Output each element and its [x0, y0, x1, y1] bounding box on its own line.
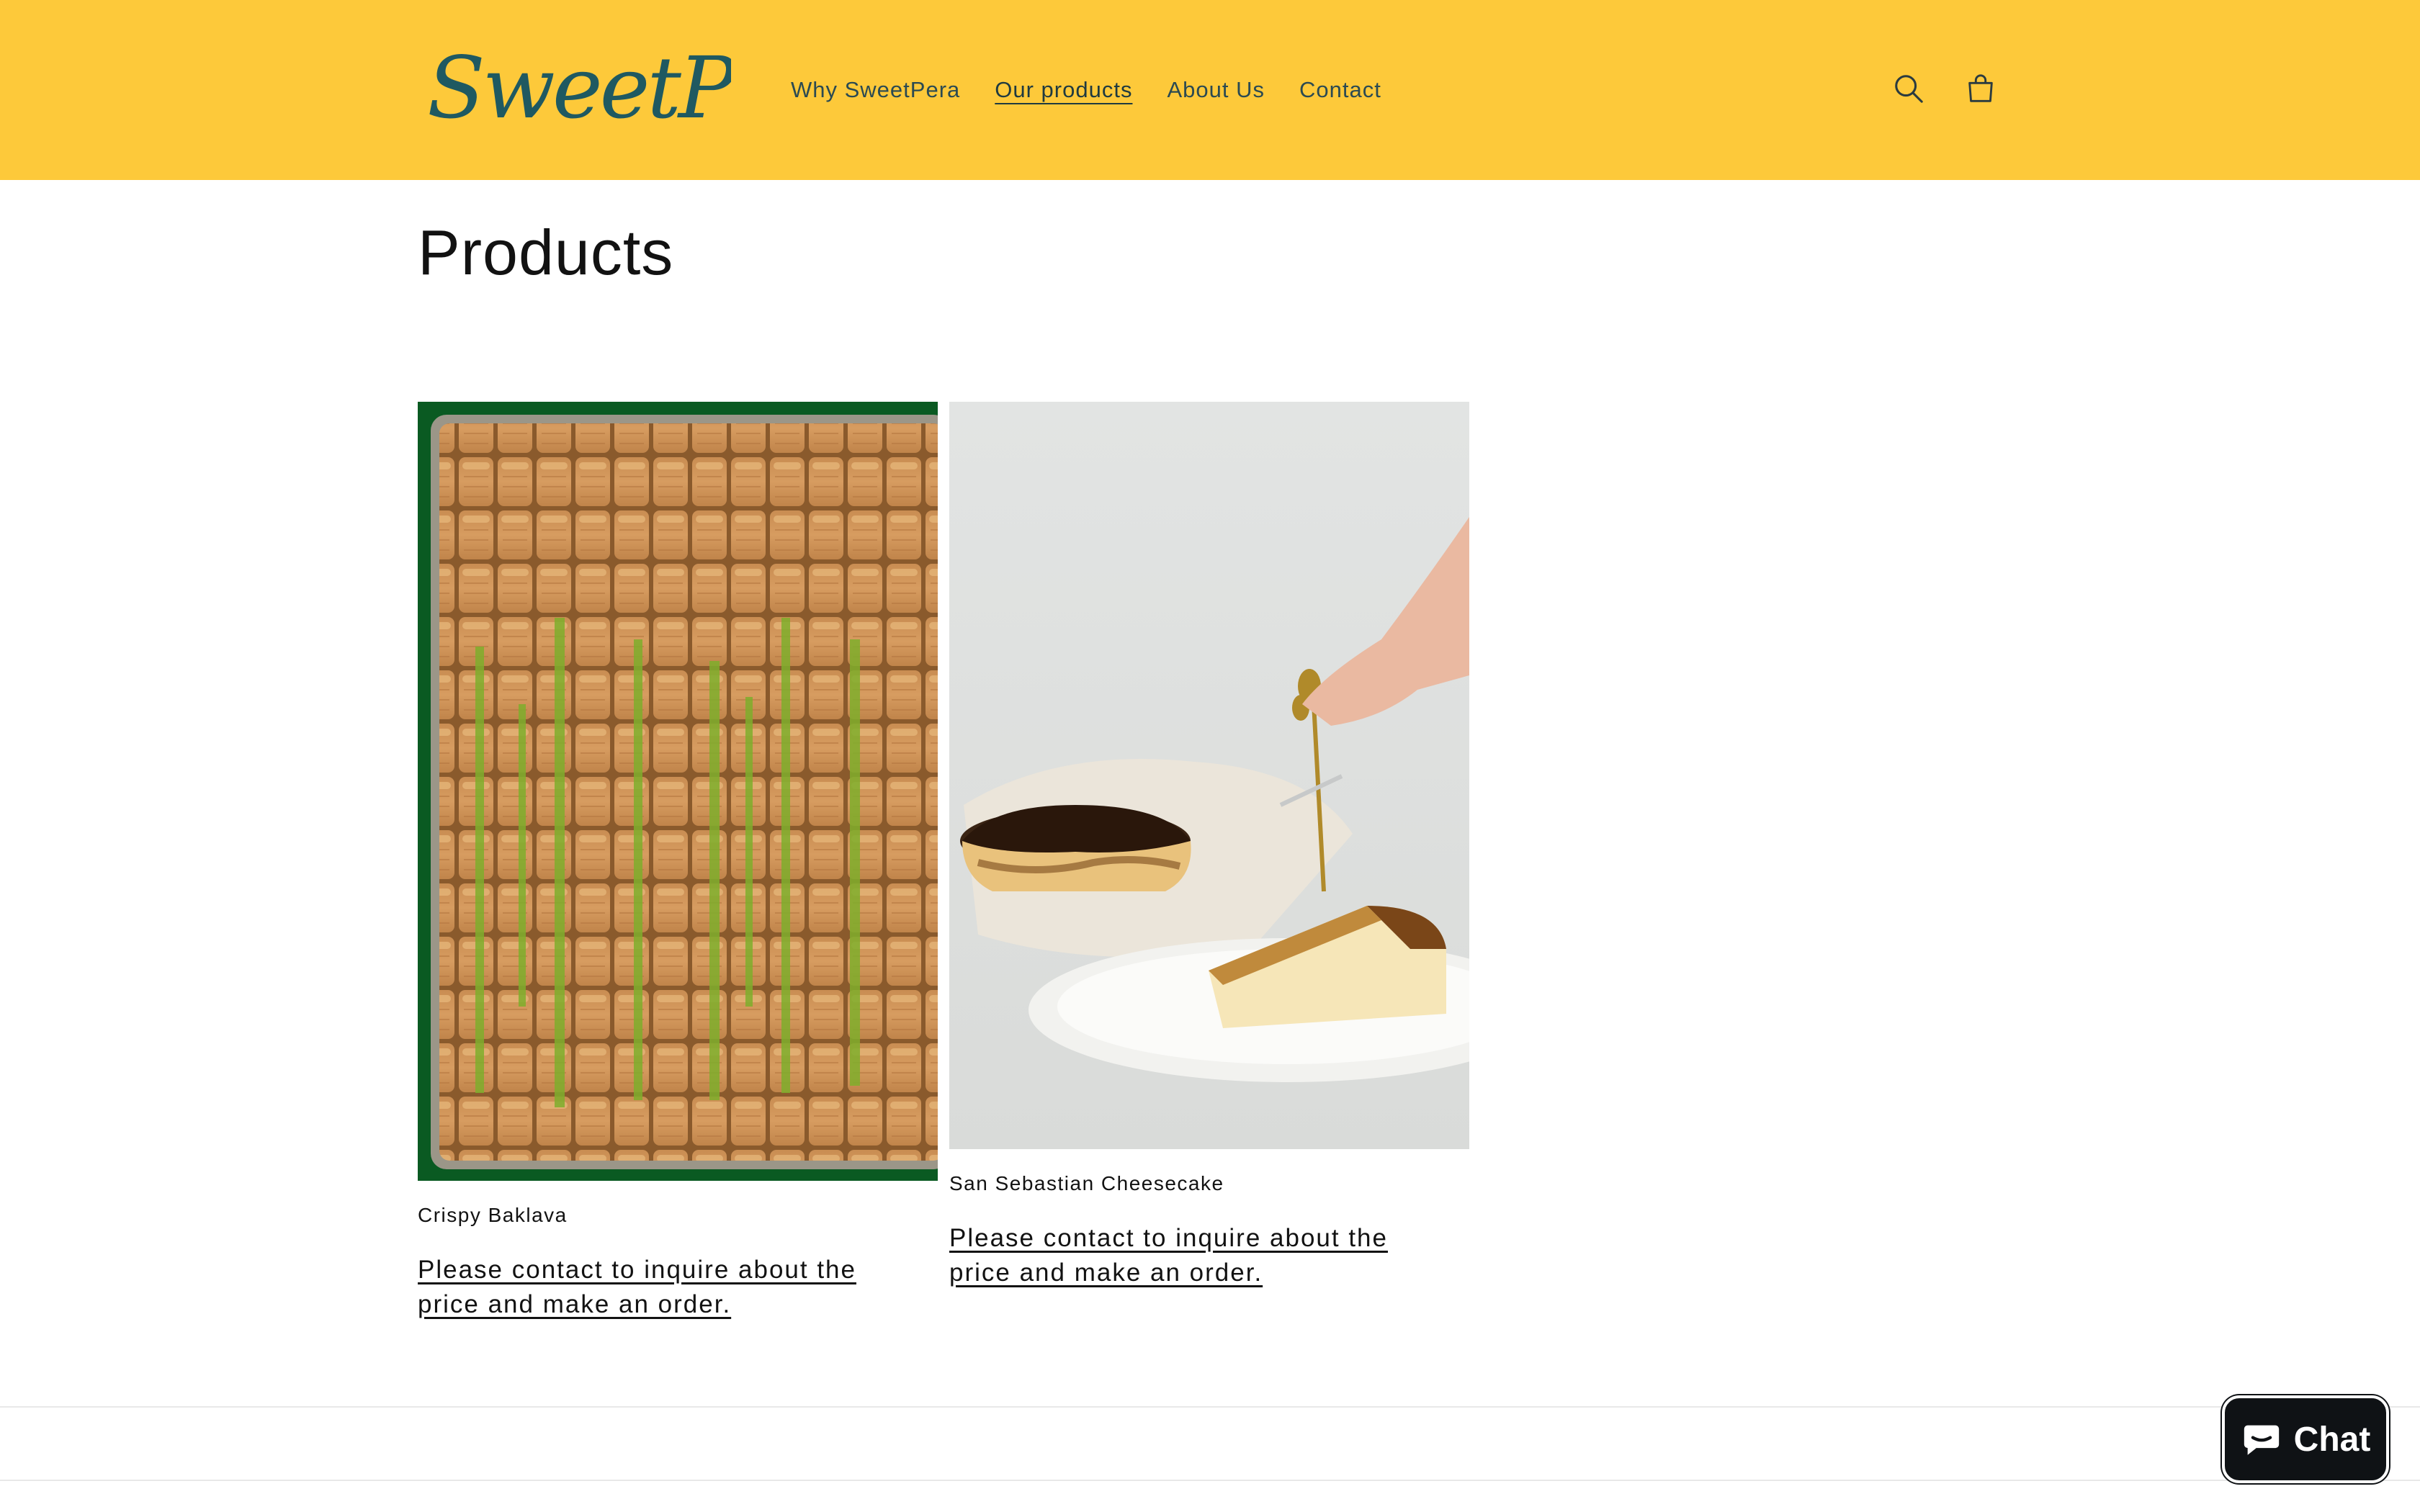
baklava-image: [418, 402, 938, 1181]
inquire-price-link[interactable]: Please contact to inquire about the pric…: [418, 1253, 922, 1322]
nav-why-sweetpera[interactable]: Why SweetPera: [791, 77, 960, 103]
main-nav: Why SweetPera Our products About Us Cont…: [791, 0, 1416, 180]
page-title: Products: [418, 217, 674, 288]
svg-text:SweetPera: SweetPera: [427, 38, 731, 138]
product-title: San Sebastian Cheesecake: [949, 1172, 1224, 1194]
cheesecake-image: [949, 402, 1469, 1149]
product-image-link[interactable]: [418, 402, 938, 1181]
chat-label: Chat: [2293, 1420, 2371, 1459]
site-logo[interactable]: SweetPera: [421, 32, 731, 140]
nav-contact[interactable]: Contact: [1299, 77, 1381, 103]
sweetpera-logo: SweetPera: [427, 38, 731, 138]
site-header: SweetPera Why SweetPera Our products Abo…: [0, 0, 2420, 180]
nav-about-us[interactable]: About Us: [1167, 77, 1265, 103]
product-title: Crispy Baklava: [418, 1204, 568, 1226]
header-actions: [1891, 63, 1999, 114]
cart-icon: [1968, 74, 1993, 102]
product-image-link[interactable]: [949, 402, 1469, 1149]
product-card: San Sebastian Cheesecake Please contact …: [949, 402, 1469, 1290]
chat-button[interactable]: Chat: [2222, 1395, 2389, 1483]
inquire-price-link[interactable]: Please contact to inquire about the pric…: [949, 1221, 1453, 1290]
footer-divider: [0, 1406, 2420, 1408]
nav-our-products[interactable]: Our products: [995, 77, 1132, 103]
search-button[interactable]: [1891, 71, 1927, 107]
cart-button[interactable]: [1963, 71, 1999, 107]
footer-divider: [0, 1480, 2420, 1481]
product-card: Crispy Baklava Please contact to inquire…: [418, 402, 938, 1322]
search-icon: [1895, 75, 1923, 103]
chat-bubble-icon: [2244, 1425, 2279, 1455]
